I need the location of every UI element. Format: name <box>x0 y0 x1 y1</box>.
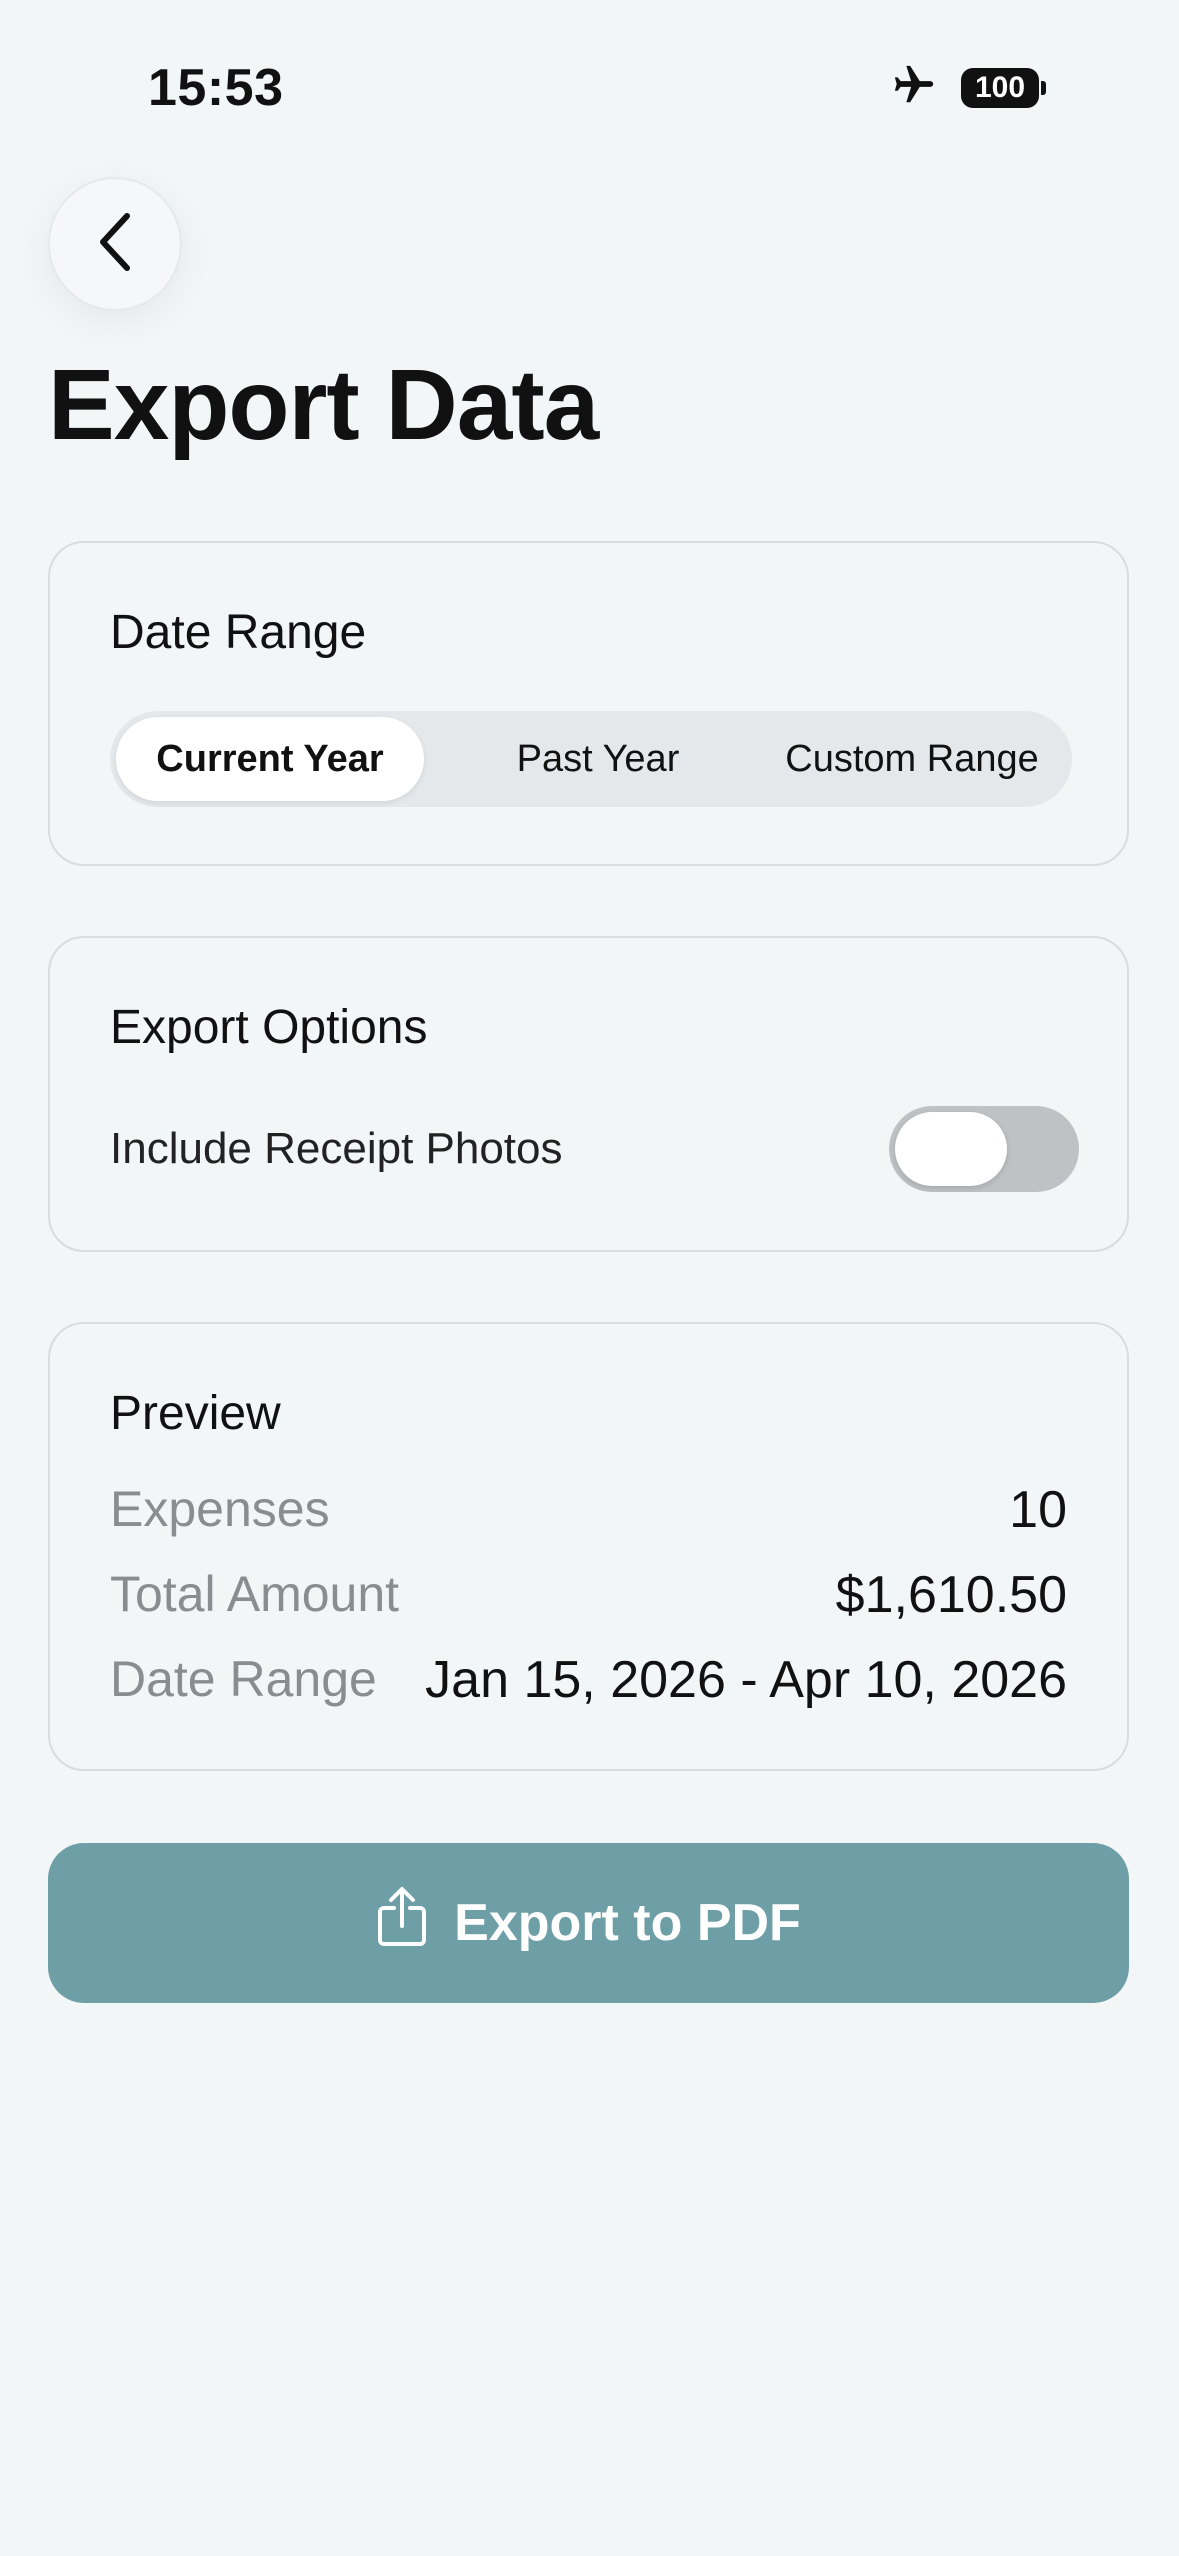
status-icons: 100 <box>889 62 1046 113</box>
chevron-left-icon <box>93 210 137 279</box>
preview-heading: Preview <box>110 1387 281 1440</box>
include-receipts-label: Include Receipt Photos <box>110 1124 563 1173</box>
preview-expenses-label: Expenses <box>110 1481 330 1537</box>
status-time: 15:53 <box>148 59 284 117</box>
export-options-heading: Export Options <box>110 1001 428 1054</box>
preview-total-label: Total Amount <box>110 1566 400 1622</box>
date-range-card: Date Range Current Year Past Year Custom… <box>48 541 1129 866</box>
segment-custom-range[interactable]: Custom Range <box>758 717 1066 801</box>
preview-expenses-value: 10 <box>1009 1481 1067 1539</box>
segment-current-year[interactable]: Current Year <box>116 717 424 801</box>
date-range-segmented-control: Current Year Past Year Custom Range <box>110 711 1072 807</box>
page-title: Export Data <box>48 349 599 461</box>
battery-indicator: 100 <box>961 67 1046 108</box>
share-icon <box>376 1886 428 1961</box>
date-range-heading: Date Range <box>110 606 367 659</box>
preview-card: Preview Expenses 10 Total Amount $1,610.… <box>48 1322 1129 1771</box>
toggle-knob <box>895 1112 1007 1186</box>
segment-past-year[interactable]: Past Year <box>444 717 752 801</box>
export-to-pdf-button[interactable]: Export to PDF <box>48 1843 1129 2003</box>
airplane-icon <box>889 62 939 113</box>
export-button-label: Export to PDF <box>454 1894 801 1952</box>
preview-date-range-label: Date Range <box>110 1651 377 1707</box>
preview-total-value: $1,610.50 <box>835 1566 1067 1624</box>
export-options-card: Export Options Include Receipt Photos <box>48 936 1129 1252</box>
back-button[interactable] <box>48 177 182 311</box>
include-receipts-toggle[interactable] <box>889 1106 1079 1192</box>
preview-date-range-value: Jan 15, 2026 - Apr 10, 2026 <box>425 1651 1067 1709</box>
